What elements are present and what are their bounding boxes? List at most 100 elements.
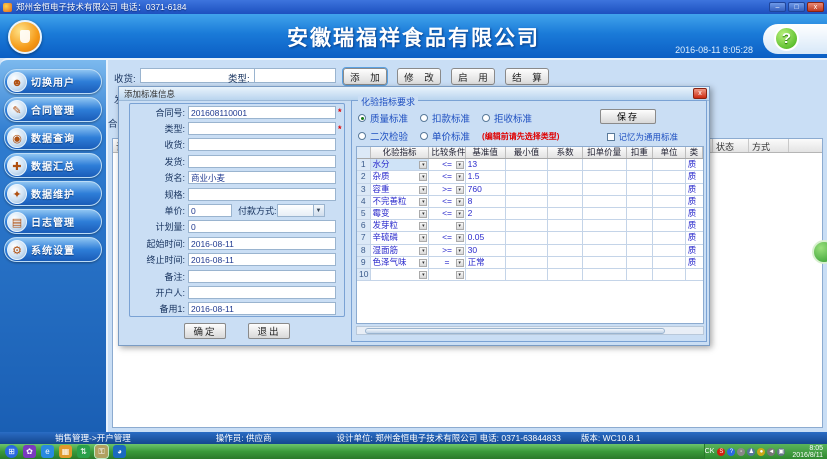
- field-input[interactable]: 2016-08-11: [188, 253, 336, 266]
- radio-label[interactable]: 扣款标准: [432, 111, 470, 125]
- help-button[interactable]: ?: [774, 26, 799, 51]
- field-input[interactable]: 201608110001: [188, 106, 336, 119]
- payment-method-select[interactable]: ▼: [277, 204, 325, 217]
- field-input[interactable]: 0: [188, 220, 336, 233]
- chevron-down-icon[interactable]: ▾: [456, 247, 464, 255]
- ime-indicator[interactable]: CK: [705, 448, 715, 455]
- chevron-down-icon[interactable]: ▾: [419, 247, 427, 255]
- table-row[interactable]: 4不完善粒▾<=▾8质: [357, 196, 703, 208]
- radio-扣款标准[interactable]: [420, 114, 428, 122]
- field-input[interactable]: 2016-08-11: [188, 302, 336, 315]
- radio-质量标准[interactable]: [358, 114, 366, 122]
- sidebar-item-5[interactable]: ✦数据维护: [4, 181, 102, 206]
- field-input[interactable]: 商业小麦: [188, 171, 336, 184]
- radio-拒收标准[interactable]: [482, 114, 490, 122]
- settle-button[interactable]: 结 算: [505, 68, 549, 85]
- table-row[interactable]: 9色泽气味▾=▾正常质: [357, 257, 703, 269]
- folder-app-icon[interactable]: ▦: [59, 445, 72, 458]
- table-row[interactable]: 5霉变▾<=▾2质: [357, 208, 703, 220]
- tray-icon-2[interactable]: ?: [727, 448, 735, 456]
- ie-browser-icon[interactable]: e: [41, 445, 54, 458]
- field-input[interactable]: [188, 138, 336, 151]
- modify-button[interactable]: 修 改: [397, 68, 441, 85]
- tray-icon-7[interactable]: ▣: [777, 448, 785, 456]
- dialog-close-icon[interactable]: x: [693, 88, 707, 99]
- scrollbar-thumb[interactable]: [365, 328, 665, 334]
- chevron-down-icon[interactable]: ▾: [456, 210, 464, 218]
- maximize-button[interactable]: □: [788, 2, 805, 12]
- table-row[interactable]: 10▾▾: [357, 269, 703, 281]
- field-label: 收货:: [130, 138, 188, 151]
- chevron-down-icon[interactable]: ▾: [456, 173, 464, 181]
- table-row[interactable]: 3容重▾>=▾760质: [357, 184, 703, 196]
- table-row[interactable]: 1水分▾<=▾13质: [357, 159, 703, 171]
- green-app-icon[interactable]: ⇅: [77, 445, 90, 458]
- table-row[interactable]: 2杂质▾<=▾1.5质: [357, 171, 703, 183]
- tray-icon-4[interactable]: ♟: [747, 448, 755, 456]
- chevron-down-icon[interactable]: ▾: [456, 271, 464, 279]
- pinwheel-app-icon[interactable]: ✿: [23, 445, 36, 458]
- field-label: 规格:: [130, 188, 188, 201]
- radio-单价标准[interactable]: [420, 132, 428, 140]
- table-row[interactable]: 8湿面筋▾>=▾30质: [357, 245, 703, 257]
- chevron-down-icon[interactable]: ▾: [419, 271, 427, 279]
- tray-icon-3[interactable]: ▫: [737, 448, 745, 456]
- status-path: 销售管理->开户管理: [55, 432, 131, 444]
- field-input[interactable]: [188, 122, 336, 135]
- enable-button[interactable]: 启 用: [451, 68, 495, 85]
- radio-label[interactable]: 拒收标准: [494, 111, 532, 125]
- checkbox-icon[interactable]: [607, 133, 615, 141]
- type-input[interactable]: [254, 68, 336, 83]
- chevron-down-icon[interactable]: ▾: [419, 259, 427, 267]
- chevron-down-icon[interactable]: ▾: [456, 259, 464, 267]
- add-button[interactable]: 添 加: [343, 68, 387, 85]
- tray-icon-6[interactable]: ◄: [767, 448, 775, 456]
- chevron-down-icon[interactable]: ▾: [419, 234, 427, 242]
- tray-icon-5[interactable]: ●: [757, 448, 765, 456]
- exit-button[interactable]: 退出: [248, 323, 290, 339]
- table-row[interactable]: 7辛硫磷▾<=▾0.05质: [357, 232, 703, 244]
- field-input[interactable]: [188, 188, 336, 201]
- chevron-down-icon[interactable]: ▼: [313, 205, 324, 216]
- radio-label[interactable]: 二次检验: [370, 129, 408, 143]
- key-tool-icon[interactable]: ⚿: [95, 445, 108, 458]
- minimize-button[interactable]: –: [769, 2, 786, 12]
- sidebar-item-4[interactable]: ✚数据汇总: [4, 153, 102, 178]
- memo-checkbox[interactable]: 记忆为通用标准: [607, 131, 678, 143]
- chevron-down-icon[interactable]: ▾: [456, 161, 464, 169]
- field-input[interactable]: [188, 270, 336, 283]
- field-input[interactable]: [188, 155, 336, 168]
- start-button[interactable]: ⊞: [5, 445, 18, 458]
- field-input[interactable]: [188, 286, 336, 299]
- chevron-down-icon[interactable]: ▾: [456, 186, 464, 194]
- chevron-down-icon[interactable]: ▾: [419, 161, 427, 169]
- chevron-down-icon[interactable]: ▾: [419, 210, 427, 218]
- tray-icon-1[interactable]: S: [717, 448, 725, 456]
- chevron-down-icon[interactable]: ▾: [456, 234, 464, 242]
- table-row[interactable]: 6发芽粒▾▾质: [357, 220, 703, 232]
- sidebar-item-6[interactable]: ▤日志管理: [4, 209, 102, 234]
- ok-button[interactable]: 确定: [184, 323, 226, 339]
- chevron-down-icon[interactable]: ▾: [419, 186, 427, 194]
- sidebar-item-2[interactable]: ✎合同管理: [4, 97, 102, 122]
- sidebar-item-1[interactable]: ☻切换用户: [4, 69, 102, 94]
- media-app-icon[interactable]: ◕: [113, 445, 126, 458]
- radio-二次检验[interactable]: [358, 132, 366, 140]
- chevron-down-icon[interactable]: ▾: [456, 222, 464, 230]
- radio-label[interactable]: 质量标准: [370, 111, 408, 125]
- field-label: 合同号:: [130, 106, 188, 119]
- chevron-down-icon[interactable]: ▾: [419, 173, 427, 181]
- save-button[interactable]: 保存: [600, 109, 656, 124]
- horizontal-scrollbar[interactable]: [356, 326, 704, 335]
- close-button[interactable]: x: [807, 2, 824, 12]
- field-input[interactable]: 2016-08-11: [188, 237, 336, 250]
- chevron-down-icon[interactable]: ▾: [456, 198, 464, 206]
- field-input[interactable]: 0: [188, 204, 232, 217]
- radio-label[interactable]: 单价标准: [432, 129, 470, 143]
- sidebar-item-7[interactable]: ⚙系统设置: [4, 237, 102, 262]
- chevron-down-icon[interactable]: ▾: [419, 222, 427, 230]
- sidebar-item-3[interactable]: ◉数据查询: [4, 125, 102, 150]
- edit-hint: (编辑前请先选择类型): [482, 131, 559, 142]
- chevron-down-icon[interactable]: ▾: [419, 198, 427, 206]
- dialog-field-row: 备注:: [130, 268, 344, 284]
